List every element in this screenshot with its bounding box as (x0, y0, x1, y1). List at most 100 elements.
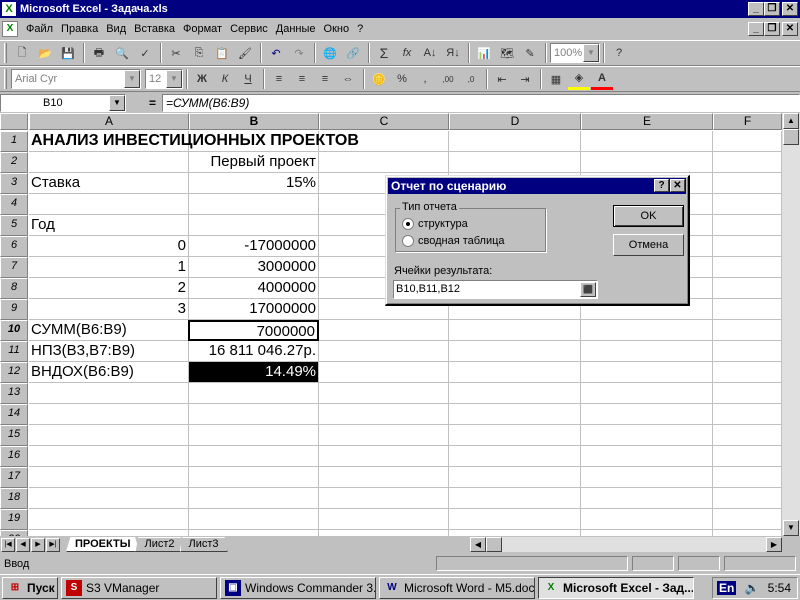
sheet-tab-sheet3[interactable]: Лист3 (179, 537, 228, 552)
grid-cell[interactable] (29, 446, 189, 467)
formula-input[interactable]: =СУММ(B6:B9) (162, 94, 800, 112)
align-center-icon[interactable]: ≡ (291, 68, 313, 90)
cell-b12[interactable]: 14.49% (189, 362, 319, 383)
percent-icon[interactable]: % (391, 68, 413, 90)
ok-button[interactable]: OK (613, 205, 684, 227)
grid-cell[interactable] (581, 152, 713, 173)
grid-cell[interactable] (29, 488, 189, 509)
menu-tools[interactable]: Сервис (226, 23, 272, 35)
print-icon[interactable]: 🖶 (88, 42, 110, 64)
cell-a7[interactable]: 1 (29, 257, 189, 278)
grid-cell[interactable] (319, 362, 449, 383)
hyperlink-icon[interactable]: 🔗 (342, 42, 364, 64)
row-header-10[interactable]: 10 (0, 320, 28, 341)
copy-icon[interactable]: ⎘ (188, 42, 210, 64)
first-sheet-icon[interactable]: |◀ (1, 537, 15, 552)
grid-cell[interactable] (29, 152, 189, 173)
menu-view[interactable]: Вид (102, 23, 130, 35)
grid-cell[interactable] (319, 341, 449, 362)
cell-b6[interactable]: -17000000 (189, 236, 319, 257)
name-box[interactable]: B10 ▼ (0, 94, 126, 112)
grid-cell[interactable] (319, 404, 449, 425)
function-wizard-icon[interactable]: fx (396, 42, 418, 64)
menu-help[interactable]: ? (353, 23, 367, 35)
increase-decimal-icon[interactable]: ,00 (437, 68, 459, 90)
grid-cell[interactable] (449, 341, 581, 362)
menu-edit[interactable]: Правка (57, 23, 102, 35)
last-sheet-icon[interactable]: ▶| (46, 537, 60, 552)
font-color-icon[interactable]: A (591, 68, 613, 90)
language-indicator[interactable]: En (717, 581, 737, 595)
row-header-4[interactable]: 4 (0, 194, 28, 215)
grid-cell[interactable] (581, 320, 713, 341)
menu-insert[interactable]: Вставка (130, 23, 179, 35)
borders-icon[interactable]: ▦ (545, 68, 567, 90)
fill-color-icon[interactable]: ◈ (568, 68, 590, 90)
grid-cell[interactable] (713, 236, 782, 257)
grid-cell[interactable] (713, 194, 782, 215)
clock[interactable]: 5:54 (768, 581, 791, 595)
cell-b3[interactable]: 15% (189, 173, 319, 194)
scroll-up-icon[interactable]: ▲ (783, 113, 799, 129)
cell-a8[interactable]: 2 (29, 278, 189, 299)
save-icon[interactable]: 💾 (57, 42, 79, 64)
workbook-icon[interactable]: X (2, 21, 18, 37)
scroll-right-icon[interactable]: ▶ (766, 537, 782, 552)
grid-cell[interactable] (581, 467, 713, 488)
grid-cell[interactable] (713, 320, 782, 341)
row-header-1[interactable]: 1 (0, 131, 28, 152)
close-button[interactable]: ✕ (782, 2, 798, 16)
close-icon[interactable]: ✕ (670, 179, 685, 192)
new-icon[interactable]: 🗋 (11, 42, 33, 64)
speaker-icon[interactable]: 🔈 (745, 581, 760, 595)
grid-cell[interactable] (713, 152, 782, 173)
merge-center-icon[interactable]: ⇔ (337, 68, 359, 90)
start-button[interactable]: ⊞ Пуск (2, 576, 58, 599)
restore-button[interactable]: ❐ (764, 2, 780, 16)
scroll-down-icon[interactable]: ▼ (783, 520, 799, 536)
grid-cell[interactable] (449, 425, 581, 446)
doc-close-button[interactable]: ✕ (782, 22, 798, 36)
comma-style-icon[interactable]: , (414, 68, 436, 90)
open-icon[interactable]: 📂 (34, 42, 56, 64)
undo-icon[interactable]: ↶ (265, 42, 287, 64)
italic-icon[interactable]: К (214, 68, 236, 90)
decrease-indent-icon[interactable]: ⇤ (491, 68, 513, 90)
grid-cell[interactable] (713, 299, 782, 320)
menu-format[interactable]: Формат (179, 23, 226, 35)
doc-minimize-button[interactable]: _ (748, 22, 764, 36)
row-header-8[interactable]: 8 (0, 278, 28, 299)
row-header-13[interactable]: 13 (0, 383, 28, 404)
web-toolbar-icon[interactable]: 🌐 (319, 42, 341, 64)
vertical-scrollbar[interactable]: ▲ ▼ (782, 113, 800, 536)
result-cells-input[interactable]: B10,B11,B12 ⬛ (393, 280, 598, 299)
grid-cell[interactable] (449, 467, 581, 488)
cut-icon[interactable]: ✂ (165, 42, 187, 64)
office-assistant-icon[interactable]: ? (608, 42, 630, 64)
chevron-down-icon[interactable]: ▼ (109, 95, 125, 111)
grid-cell[interactable] (581, 131, 713, 152)
row-header-7[interactable]: 7 (0, 257, 28, 278)
chart-wizard-icon[interactable]: 📊 (473, 42, 495, 64)
column-header-b[interactable]: B (189, 113, 319, 130)
row-header-9[interactable]: 9 (0, 299, 28, 320)
taskbar-item-word[interactable]: W Microsoft Word - M5.doc (379, 576, 535, 599)
menu-data[interactable]: Данные (272, 23, 320, 35)
cell-a10[interactable]: СУММ(B6:B9) (29, 320, 189, 341)
scroll-left-icon[interactable]: ◀ (470, 537, 486, 552)
grid-cell[interactable] (449, 509, 581, 530)
prev-sheet-icon[interactable]: ◀ (16, 537, 30, 552)
align-left-icon[interactable]: ≡ (268, 68, 290, 90)
grid-cell[interactable] (449, 488, 581, 509)
cell-a9[interactable]: 3 (29, 299, 189, 320)
cell-b8[interactable]: 4000000 (189, 278, 319, 299)
row-header-16[interactable]: 16 (0, 446, 28, 467)
drawing-icon[interactable]: ✎ (519, 42, 541, 64)
sheet-tab-sheet2[interactable]: Лист2 (135, 537, 184, 552)
grid-cell[interactable] (713, 488, 782, 509)
grid-cell[interactable] (581, 341, 713, 362)
grid-cell[interactable] (319, 383, 449, 404)
grid-cell[interactable] (713, 278, 782, 299)
font-size-combo[interactable]: 12 ▼ (145, 69, 183, 89)
grid-cell[interactable] (713, 257, 782, 278)
